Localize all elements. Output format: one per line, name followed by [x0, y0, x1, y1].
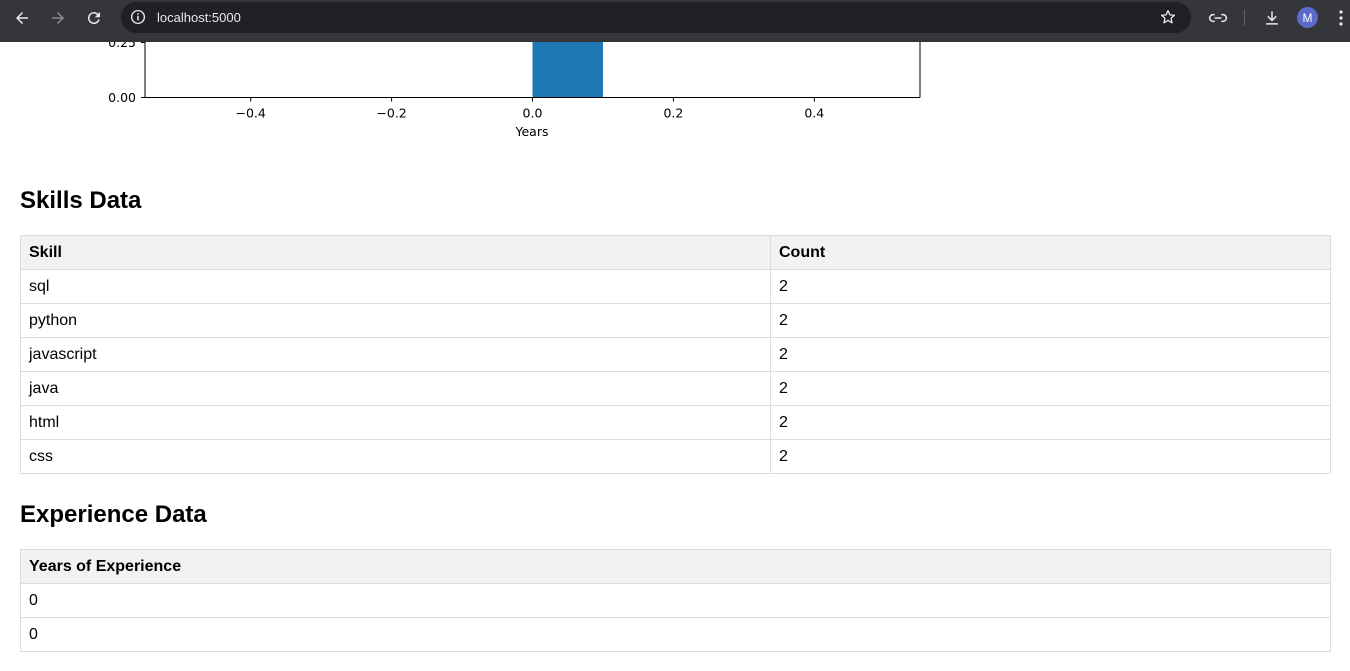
x-tick-label: −0.2: [376, 106, 406, 121]
column-header-skill: Skill: [20, 235, 771, 270]
browser-toolbar: localhost:5000 M: [0, 0, 1350, 42]
back-icon[interactable]: [12, 8, 32, 28]
column-header-years: Years of Experience: [20, 549, 1331, 584]
reload-icon[interactable]: [84, 8, 104, 28]
more-icon[interactable]: [1337, 9, 1345, 27]
years-cell: 0: [20, 617, 1331, 652]
skill-cell: javascript: [20, 337, 771, 372]
star-icon[interactable]: [1159, 8, 1177, 26]
histogram-bar: [532, 42, 603, 98]
count-cell: 2: [770, 405, 1331, 440]
table-row: 0: [20, 617, 1331, 652]
x-tick-label: 0.4: [804, 106, 824, 121]
count-cell: 2: [770, 439, 1331, 474]
table-row: html 2: [20, 405, 1331, 440]
table-row: sql 2: [20, 269, 1331, 304]
table-row: javascript 2: [20, 337, 1331, 372]
count-cell: 2: [770, 269, 1331, 304]
experience-table: Years of Experience 0 0: [20, 549, 1331, 652]
table-header-row: Years of Experience: [20, 549, 1331, 584]
count-cell: 2: [770, 303, 1331, 338]
skill-cell: sql: [20, 269, 771, 304]
y-tick-label: 0.25: [108, 42, 136, 50]
y-tick-label: 0.00: [108, 90, 136, 105]
avatar[interactable]: M: [1297, 7, 1318, 28]
table-row: 0: [20, 583, 1331, 618]
download-icon[interactable]: [1262, 8, 1282, 28]
info-icon[interactable]: [129, 8, 147, 26]
skills-table: Skill Count sql 2 python 2 javascript 2 jav…: [20, 235, 1331, 474]
address-bar[interactable]: localhost:5000: [121, 2, 1191, 33]
experience-histogram: −0.4 −0.2 0.0 0.2 0.4 0.00 0.25 Years: [108, 42, 921, 139]
toolbar-divider: [1244, 10, 1245, 26]
skills-heading: Skills Data: [20, 187, 142, 214]
skill-cell: html: [20, 405, 771, 440]
url-text[interactable]: localhost:5000: [157, 10, 241, 25]
x-tick-label: 0.0: [523, 106, 543, 121]
experience-heading: Experience Data: [20, 501, 207, 528]
x-tick-label: 0.2: [663, 106, 683, 121]
table-row: python 2: [20, 303, 1331, 338]
count-cell: 2: [770, 337, 1331, 372]
x-axis-label: Years: [515, 124, 549, 139]
column-header-count: Count: [770, 235, 1331, 270]
count-cell: 2: [770, 371, 1331, 406]
skill-cell: python: [20, 303, 771, 338]
skill-cell: java: [20, 371, 771, 406]
table-row: css 2: [20, 439, 1331, 474]
skill-cell: css: [20, 439, 771, 474]
link-icon[interactable]: [1208, 8, 1228, 28]
forward-icon[interactable]: [48, 8, 68, 28]
x-tick-label: −0.4: [236, 106, 266, 121]
table-header-row: Skill Count: [20, 235, 1331, 270]
years-cell: 0: [20, 583, 1331, 618]
table-row: java 2: [20, 371, 1331, 406]
